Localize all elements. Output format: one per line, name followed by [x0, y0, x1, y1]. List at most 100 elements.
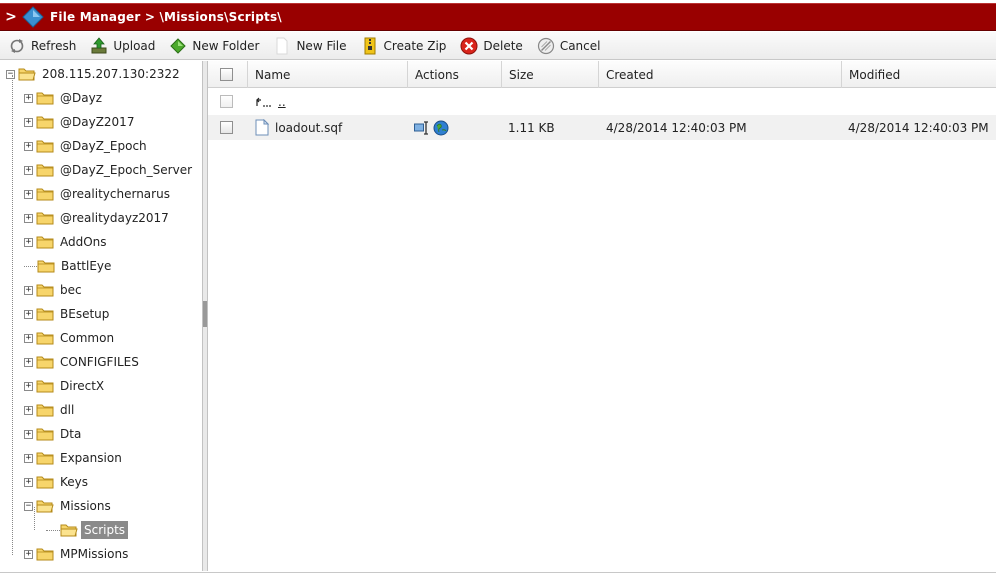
tree-item-dayz[interactable]: + @Dayz	[24, 87, 105, 109]
tree-item-label: Missions	[60, 499, 111, 513]
tree-item-label: @DayZ2017	[60, 115, 135, 129]
tree-item-label: @DayZ_Epoch_Server	[60, 163, 193, 177]
tree-item-realitychernarus[interactable]: + @realitychernarus	[24, 183, 173, 205]
tree-item-label: CONFIGFILES	[60, 355, 139, 369]
parent-folder-row[interactable]: ..	[208, 89, 996, 114]
tree-item-common[interactable]: + Common	[24, 327, 117, 349]
splitter-grip[interactable]	[203, 301, 207, 327]
tree-item-dta[interactable]: + Dta	[24, 423, 84, 445]
tree-item-label: @realitychernarus	[60, 187, 170, 201]
select-all-checkbox[interactable]	[220, 68, 233, 81]
expand-icon[interactable]: +	[24, 213, 33, 223]
folder-icon	[36, 140, 54, 153]
cancel-icon	[537, 37, 555, 55]
folder-icon	[36, 332, 54, 345]
expand-icon[interactable]: +	[24, 309, 33, 319]
tree-item-label: Expansion	[60, 451, 122, 465]
upload-button[interactable]: Upload	[90, 35, 155, 57]
folder-icon	[37, 260, 55, 273]
expand-icon[interactable]: +	[24, 333, 33, 343]
toolbar: Refresh Upload New Folder New File Creat…	[0, 32, 996, 60]
collapse-icon[interactable]: −	[6, 69, 15, 79]
tree-root-label: 208.115.207.130:2322	[42, 67, 180, 81]
tree-item-dll[interactable]: + dll	[24, 399, 77, 421]
tree-item-besetup[interactable]: + BEsetup	[24, 303, 112, 325]
cancel-label: Cancel	[559, 38, 601, 53]
column-created[interactable]: Created	[599, 61, 842, 88]
expand-icon[interactable]: +	[24, 117, 33, 127]
expand-icon[interactable]: +	[24, 477, 33, 487]
new-folder-button[interactable]: New Folder	[169, 35, 259, 57]
row-checkbox[interactable]	[220, 121, 233, 134]
tree-item-addons[interactable]: + AddOns	[24, 231, 110, 253]
expand-icon[interactable]: +	[24, 381, 33, 391]
edit-icon[interactable]	[414, 120, 430, 135]
chevron-right-icon[interactable]: >	[0, 9, 22, 25]
refresh-button[interactable]: Refresh	[8, 35, 76, 57]
folder-icon	[36, 164, 54, 177]
tree-item-label: @DayZ_Epoch	[60, 139, 147, 153]
column-size[interactable]: Size	[502, 61, 599, 88]
new-file-button[interactable]: New File	[273, 35, 347, 57]
expand-icon[interactable]: +	[24, 141, 33, 151]
expand-icon[interactable]: +	[24, 357, 33, 367]
cancel-button[interactable]: Cancel	[537, 35, 601, 57]
tree-item-keys[interactable]: + Keys	[24, 471, 91, 493]
collapse-icon[interactable]: −	[24, 501, 33, 511]
expand-icon[interactable]: +	[24, 93, 33, 103]
expand-icon[interactable]: +	[24, 549, 33, 559]
tree-item-dayz2017[interactable]: + @DayZ2017	[24, 111, 137, 133]
row-checkbox[interactable]	[220, 95, 233, 108]
folder-icon	[36, 308, 54, 321]
tree-item-expansion[interactable]: + Expansion	[24, 447, 125, 469]
expand-icon[interactable]: +	[24, 405, 33, 415]
select-all-column	[208, 61, 248, 88]
folder-tree: − 208.115.207.130:2322 + @Dayz + @DayZ2017 +…	[0, 61, 202, 571]
tree-item-directx[interactable]: + DirectX	[24, 375, 107, 397]
tree-item-missions[interactable]: − Missions	[24, 495, 114, 517]
tree-item-scripts[interactable]: Scripts	[46, 519, 129, 541]
tree-item-configfiles[interactable]: + CONFIGFILES	[24, 351, 142, 373]
folder-icon	[36, 212, 54, 225]
tree-item-dayz-epoch[interactable]: + @DayZ_Epoch	[24, 135, 150, 157]
delete-label: Delete	[483, 38, 523, 53]
expand-icon[interactable]: +	[24, 165, 33, 175]
tree-item-label: MPMissions	[60, 547, 129, 561]
expand-icon[interactable]: +	[24, 453, 33, 463]
create-zip-button[interactable]: Create Zip	[361, 35, 446, 57]
tree-item-label: Common	[60, 331, 115, 345]
tree-item-realitydayz2017[interactable]: + @realitydayz2017	[24, 207, 172, 229]
file-modified: 4/28/2014 12:40:03 PM	[848, 120, 989, 135]
tree-item-mpmissions[interactable]: + MPMissions	[24, 543, 131, 565]
tree-item-label: @realitydayz2017	[60, 211, 169, 225]
expand-icon[interactable]: +	[24, 237, 33, 247]
folder-icon	[36, 236, 54, 249]
parent-folder-link[interactable]: ..	[278, 95, 286, 109]
folder-icon	[36, 476, 54, 489]
new-file-label: New File	[296, 38, 347, 53]
file-grid: Name Actions Size Created Modified .. lo…	[208, 61, 996, 571]
folder-open-icon	[18, 68, 36, 81]
column-name[interactable]: Name	[248, 61, 408, 88]
folder-icon	[36, 380, 54, 393]
column-actions[interactable]: Actions	[408, 61, 502, 88]
globe-icon[interactable]	[433, 120, 449, 136]
upload-label: Upload	[113, 38, 156, 53]
column-modified[interactable]: Modified	[842, 61, 996, 88]
expand-icon[interactable]: +	[24, 429, 33, 439]
tree-item-bec[interactable]: + bec	[24, 279, 85, 301]
tree-item-label: AddOns	[60, 235, 107, 249]
folder-icon	[36, 356, 54, 369]
tree-item-dayz-epoch-server[interactable]: + @DayZ_Epoch_Server	[24, 159, 195, 181]
expand-icon[interactable]: +	[24, 285, 33, 295]
expand-icon[interactable]: +	[24, 189, 33, 199]
new-file-icon	[273, 37, 291, 55]
tree-item-battleye[interactable]: BattlEye	[24, 255, 114, 277]
file-name[interactable]: loadout.sqf	[275, 121, 342, 135]
zip-icon	[361, 37, 379, 55]
tree-root[interactable]: − 208.115.207.130:2322	[6, 63, 183, 85]
table-row[interactable]: loadout.sqf 1.11 KB 4/28/2014 12:40:03 P…	[208, 115, 996, 140]
delete-button[interactable]: Delete	[460, 35, 523, 57]
title-bar: > File Manager > \Missions\Scripts\	[0, 3, 996, 31]
folder-icon	[36, 116, 54, 129]
